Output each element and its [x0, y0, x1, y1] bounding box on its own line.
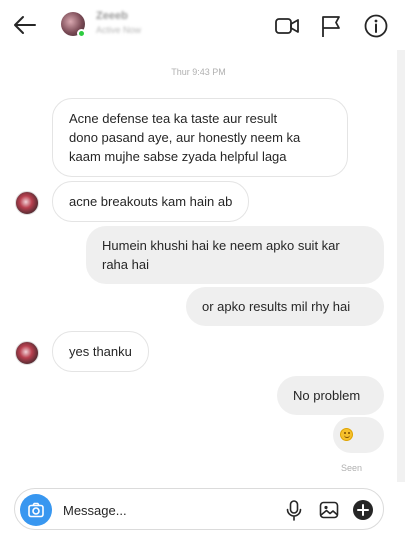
- smiling-face-emoji-icon: [340, 428, 353, 441]
- scrollbar[interactable]: [397, 50, 405, 482]
- outgoing-message[interactable]: Humein khushi hai ke neem apko suit kar …: [86, 226, 384, 284]
- message-line: yes thanku: [69, 344, 132, 359]
- outgoing-message[interactable]: No problem: [277, 376, 384, 415]
- seen-receipt: Seen: [341, 463, 363, 473]
- incoming-message[interactable]: Acne defense tea ka taste aur result don…: [52, 98, 348, 177]
- message-line: acne breakouts kam hain ab: [69, 194, 233, 209]
- online-status-dot: [77, 29, 86, 38]
- flag-icon[interactable]: [318, 13, 344, 39]
- camera-button[interactable]: [20, 494, 52, 526]
- message-input[interactable]: [63, 499, 273, 521]
- contact-avatar-small[interactable]: [15, 191, 39, 215]
- image-icon[interactable]: [318, 499, 340, 521]
- message-line: dono pasand aye, aur honestly neem ka: [69, 130, 301, 145]
- message-line: Humein khushi hai ke neem apko suit kar: [102, 238, 340, 253]
- info-icon[interactable]: [363, 13, 389, 39]
- timestamp-separator: Thur 9:43 PM: [171, 67, 226, 77]
- microphone-icon[interactable]: [283, 499, 305, 521]
- outgoing-message[interactable]: or apko results mil rhy hai: [186, 287, 384, 326]
- contact-name[interactable]: Zeeeb: [96, 10, 128, 22]
- plus-icon[interactable]: [352, 499, 374, 521]
- message-line: No problem: [293, 388, 361, 403]
- message-line: or apko results mil rhy hai: [202, 299, 351, 314]
- contact-status: Active Now: [96, 25, 142, 35]
- message-line: Acne defense tea ka taste aur result: [69, 111, 278, 126]
- arrow-left-icon[interactable]: [10, 11, 38, 39]
- message-line: kaam mujhe sabse zyada helpful laga: [69, 149, 287, 164]
- camera-icon: [28, 502, 44, 518]
- message-line: raha hai: [102, 257, 149, 272]
- chat-header: Zeeeb Active Now: [0, 0, 405, 50]
- incoming-message[interactable]: acne breakouts kam hain ab: [52, 181, 250, 222]
- message-composer: [14, 488, 384, 530]
- contact-avatar-small[interactable]: [15, 341, 39, 365]
- incoming-message[interactable]: yes thanku: [52, 331, 149, 372]
- video-camera-icon[interactable]: [274, 13, 300, 39]
